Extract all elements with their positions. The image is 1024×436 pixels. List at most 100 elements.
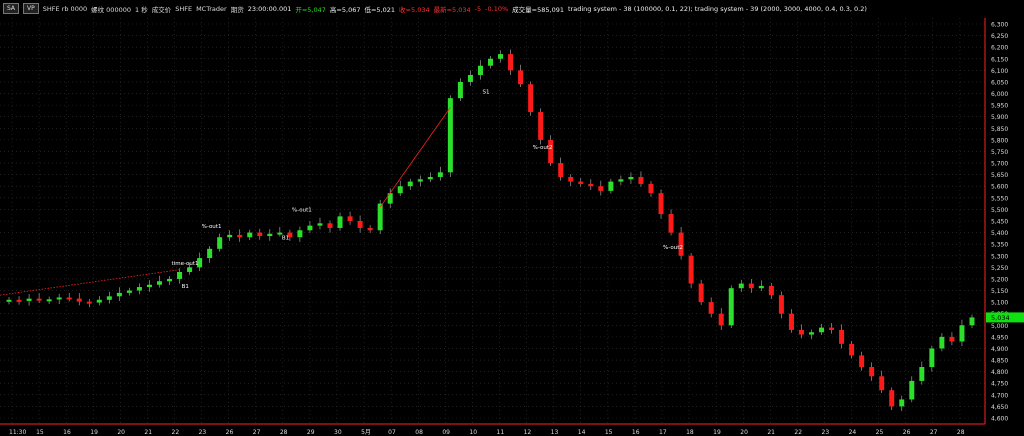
price-tick-label: 6,150 [991,56,1008,63]
candle-down [768,285,774,296]
price-tick-label: 5,250 [991,265,1008,272]
trade-annotation: B1 [282,236,289,242]
candle-down [638,176,644,184]
candle-down [648,183,654,194]
price-tick-label: 5,400 [991,230,1008,237]
price-tick-label: 4,800 [991,369,1008,376]
trend-line-dotted [0,269,180,296]
candle-up [126,290,132,293]
date-tick-label: 19 [713,429,721,436]
price-tick-label: 6,200 [991,45,1008,52]
price-tick-label: 4,600 [991,416,1008,423]
date-tick-label: 29 [307,429,315,436]
price-tick-label: 5,150 [991,288,1008,295]
candle-down [849,343,855,356]
candle-up [608,181,614,191]
candle-down [347,216,353,221]
price-tick-label: 5,850 [991,126,1008,133]
candle-up [728,288,734,326]
price-tick-label: 6,050 [991,79,1008,86]
price-tick-label: 5,900 [991,114,1008,121]
candle-up [738,283,744,289]
candle-up [377,203,383,231]
candle-up [116,292,122,297]
chart-canvas[interactable]: 6,300 6,250 6,200 6,150 6,100 6,050 6,000 5,950… [0,0,1024,436]
price-tick-label: 5,300 [991,253,1008,260]
candle-down [86,301,92,304]
price-tick-label: 5,450 [991,219,1008,226]
date-tick-label: 23 [199,429,207,436]
candle-up [959,325,965,342]
price-tick-label: 5,650 [991,172,1008,179]
candle-up [618,179,624,182]
candle-up [207,248,213,259]
candle-up [488,58,493,66]
price-tick-label: 6,000 [991,91,1008,98]
candle-up [337,216,343,228]
candle-down [367,227,373,231]
candle-up [899,399,905,407]
trade-annotation: %-out2 [533,145,553,151]
candle-up [628,176,634,180]
candle-down [598,186,604,191]
price-tick-label: 4,750 [991,381,1008,388]
candle-down [708,302,714,314]
date-tick-label: 24 [849,429,857,436]
candle-down [949,336,955,342]
date-tick-label: 07 [388,429,396,436]
candle-up [177,271,183,279]
candle-down [528,84,534,113]
candle-up [307,225,313,231]
candle-up [56,297,62,300]
date-tick-label: 25 [876,429,884,436]
candle-up [919,367,925,381]
price-tick-label: 5,100 [991,300,1008,307]
trade-annotation: %-out1 [292,208,312,214]
price-chart[interactable]: 6,300 6,250 6,200 6,150 6,100 6,050 6,000 5,950… [0,0,1024,436]
candle-down [778,295,784,314]
candle-up [247,232,253,238]
candle-down [257,232,263,237]
date-tick-label: 27 [253,429,261,436]
candle-up [106,296,112,300]
date-tick-label: 23 [822,429,830,436]
price-tick-label: 6,250 [991,33,1008,40]
candle-down [76,298,82,302]
candle-up [427,176,433,180]
candle-up [939,336,945,349]
trade-annotation: %-out2 [663,245,683,251]
candle-down [839,329,845,344]
date-tick-label: 13 [551,429,559,436]
date-tick-label: 5月 [361,429,371,436]
candle-down [36,298,42,301]
candle-down [859,355,865,368]
date-tick-label: 10 [469,429,477,436]
date-tick-label: 08 [415,429,423,436]
candle-down [327,223,333,228]
date-tick-label: 19 [90,429,98,436]
candle-up [457,81,463,99]
date-tick-label: 20 [117,429,125,436]
price-tick-label: 5,800 [991,137,1008,144]
price-tick-label: 4,700 [991,392,1008,399]
candle-down [798,329,804,335]
price-tick-label: 5,750 [991,149,1008,156]
candle-down [548,139,554,164]
candle-down [889,390,895,407]
candle-down [658,193,664,215]
price-tick-label: 4,900 [991,346,1008,353]
candle-down [869,367,875,377]
candle-down [578,181,584,184]
date-tick-label: 17 [659,429,667,436]
price-tick-label: 5,600 [991,184,1008,191]
candle-down [879,376,885,391]
price-tick-label: 4,850 [991,358,1008,365]
candle-down [788,313,794,330]
candle-down [66,297,72,300]
candle-up [156,281,162,285]
date-tick-label: 12 [524,429,532,436]
candle-up [477,65,483,75]
candle-up [909,380,915,400]
candle-up [136,287,142,291]
price-tick-label: 5,350 [991,242,1008,249]
